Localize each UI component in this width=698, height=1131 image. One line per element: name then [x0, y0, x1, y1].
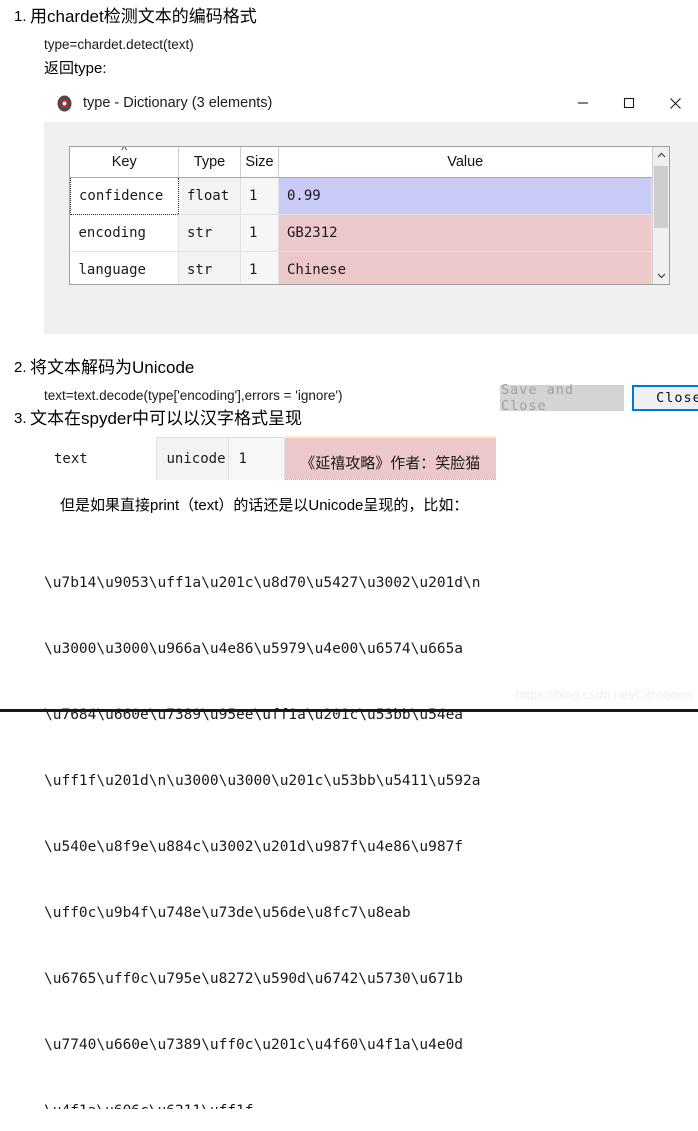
variable-table: ^ Key Type Size Value confidence float 1… — [70, 147, 652, 284]
cell-value[interactable]: Chinese — [278, 251, 652, 284]
sort-ascending-icon: ^ — [121, 147, 128, 157]
step-2: 2. 将文本解码为Unicode — [0, 357, 194, 379]
step-2-number: 2. — [14, 359, 27, 376]
chevron-down-icon[interactable] — [653, 267, 669, 284]
scrollbar-thumb[interactable] — [654, 166, 668, 228]
step-1-subheading: 返回type: — [44, 60, 107, 77]
chevron-up-icon[interactable] — [653, 147, 669, 164]
escape-line: \u3000\u3000\u966a\u4e86\u5979\u4e00\u65… — [44, 641, 464, 657]
close-button[interactable]: Close — [632, 385, 698, 411]
minimize-icon[interactable] — [560, 84, 606, 122]
maximize-icon[interactable] — [606, 84, 652, 122]
column-header-value[interactable]: Value — [278, 147, 652, 178]
table-row[interactable]: language str 1 Chinese — [70, 251, 652, 284]
table-row[interactable]: confidence float 1 0.99 — [70, 177, 652, 215]
step-1-code: type=chardet.detect(text) — [44, 37, 194, 52]
cell-size: 1 — [240, 177, 279, 215]
step-1-number: 1. — [14, 8, 27, 25]
cell-type: unicode — [156, 436, 229, 480]
variable-table-container: ^ Key Type Size Value confidence float 1… — [69, 146, 670, 285]
cell-value[interactable]: 0.99 — [278, 177, 652, 215]
cell-value[interactable]: 《延禧攻略》作者：笑脸猫 — [284, 436, 496, 480]
cell-size: 1 — [240, 251, 279, 284]
cell-size: 1 — [228, 436, 285, 480]
dialog-titlebar[interactable]: type - Dictionary (3 elements) — [0, 84, 698, 122]
step-3-number: 3. — [14, 410, 27, 427]
spyder-icon — [56, 95, 73, 112]
vertical-scrollbar[interactable] — [652, 147, 669, 284]
cell-type: str — [178, 214, 241, 252]
cell-key[interactable]: encoding — [70, 214, 179, 252]
text-variable-table: text unicode 1 《延禧攻略》作者：笑脸猫 — [44, 436, 496, 480]
csdn-watermark: https://blog.csdn.net/Citroooon — [515, 687, 692, 702]
dialog-title: type - Dictionary (3 elements) — [83, 95, 273, 111]
cell-key[interactable]: language — [70, 251, 179, 284]
cell-key[interactable]: confidence — [70, 177, 179, 215]
unicode-escape-output: \u7b14\u9053\uff1a\u201c\u8d70\u5427\u30… — [44, 528, 664, 1131]
step-2-code: text=text.decode(type['encoding'],errors… — [44, 388, 343, 403]
step-3: 3. 文本在spyder中可以以汉字格式呈现 — [0, 408, 302, 430]
cell-value[interactable]: GB2312 — [278, 214, 652, 252]
escape-line: \uff1f\u201d\n\u3000\u3000\u201c\u53bb\u… — [44, 773, 481, 789]
escape-line: \u7684\u660e\u7389\u95ee\uff1a\u201c\u53… — [44, 707, 464, 723]
print-note: 但是如果直接print（text）的话还是以Unicode呈现的，比如： — [60, 497, 469, 514]
column-header-size[interactable]: Size — [240, 147, 279, 178]
cell-type: float — [178, 177, 241, 215]
window-controls — [560, 84, 698, 122]
escape-line: \uff0c\u9b4f\u748e\u73de\u56de\u8fc7\u8e… — [44, 905, 411, 921]
step-3-heading: 文本在spyder中可以以汉字格式呈现 — [30, 409, 303, 428]
cell-size: 1 — [240, 214, 279, 252]
cell-key[interactable]: text — [44, 436, 157, 480]
step-1: 1. 用chardet检测文本的编码格式 — [0, 6, 257, 28]
table-row[interactable]: encoding str 1 GB2312 — [70, 214, 652, 252]
variable-explorer-dialog: type - Dictionary (3 elements) ^ Key Typ… — [0, 84, 698, 414]
save-and-close-button[interactable]: Save and Close — [500, 382, 624, 414]
table-row[interactable]: text unicode 1 《延禧攻略》作者：笑脸猫 — [44, 436, 496, 480]
escape-line: \u7740\u660e\u7389\uff0c\u201c\u4f60\u4f… — [44, 1037, 464, 1053]
escape-line: \u4f1a\u606c\u6211\uff1f — [44, 1100, 664, 1109]
escape-line: \u540e\u8f9e\u884c\u3002\u201d\u987f\u4e… — [44, 839, 464, 855]
cell-type: str — [178, 251, 241, 284]
step-1-heading: 用chardet检测文本的编码格式 — [30, 7, 257, 26]
column-header-key[interactable]: ^ Key — [70, 147, 179, 178]
escape-line: \u7b14\u9053\uff1a\u201c\u8d70\u5427\u30… — [44, 575, 481, 591]
column-header-type[interactable]: Type — [178, 147, 241, 178]
escape-line: \u6765\uff0c\u795e\u8272\u590d\u6742\u57… — [44, 971, 464, 987]
close-icon[interactable] — [652, 84, 698, 122]
table-header-row: ^ Key Type Size Value — [70, 147, 652, 178]
variable-table-area: ^ Key Type Size Value confidence float 1… — [70, 147, 652, 284]
step-2-heading: 将文本解码为Unicode — [30, 358, 195, 377]
scrollbar-track[interactable] — [653, 164, 669, 267]
